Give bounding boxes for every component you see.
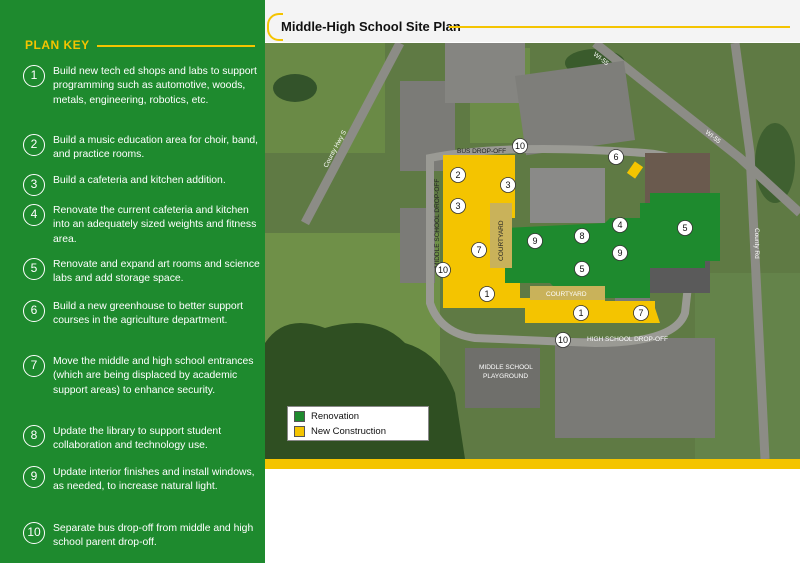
site-map: BUS DROP-OFF MIDDLE SCHOOL DROP-OFF HIGH… [265, 43, 800, 459]
marker: 10 [435, 262, 451, 278]
marker: 3 [450, 198, 466, 214]
ms-dropoff-label: MIDDLE SCHOOL DROP-OFF [434, 179, 441, 268]
item-number: 2 [23, 134, 45, 156]
marker: 5 [677, 220, 693, 236]
bus-dropoff-label: BUS DROP-OFF [457, 148, 506, 155]
parking-lot [514, 60, 636, 156]
playground-label: MIDDLE SCHOOL [479, 364, 533, 371]
item-number: 8 [23, 425, 45, 447]
svg-text:6: 6 [613, 152, 618, 162]
item-number: 4 [23, 204, 45, 226]
item-text: Update the library to support student co… [53, 426, 222, 452]
svg-text:8: 8 [579, 231, 584, 241]
item-text: Separate bus drop-off from middle and hi… [53, 523, 254, 549]
item-text: Renovate the current cafeteria and kitch… [53, 205, 257, 245]
item-number: 6 [23, 300, 45, 322]
svg-text:10: 10 [438, 265, 448, 275]
courtyard-label: COURTYARD [498, 220, 505, 261]
marker: 7 [633, 305, 649, 321]
item-number: 9 [23, 466, 45, 488]
legend-row-renovation: Renovation [294, 411, 359, 422]
item-text: Build a cafeteria and kitchen addition. [53, 175, 226, 186]
marker: 3 [500, 177, 516, 193]
new-construction-swatch [294, 426, 305, 437]
marker: 8 [574, 228, 590, 244]
plan-key-heading: PLAN KEY [25, 38, 90, 52]
svg-text:10: 10 [558, 335, 568, 345]
item-number: 10 [23, 522, 45, 544]
item-number: 1 [23, 65, 45, 87]
marker: 1 [573, 305, 589, 321]
marker: 9 [527, 233, 543, 249]
existing-building [530, 168, 605, 223]
map-title: Middle-High School Site Plan [281, 19, 461, 34]
item-text: Renovate and expand art rooms and scienc… [53, 259, 260, 285]
marker: 7 [471, 242, 487, 258]
svg-text:7: 7 [638, 308, 643, 318]
svg-text:5: 5 [579, 264, 584, 274]
svg-text:9: 9 [532, 236, 537, 246]
svg-text:1: 1 [484, 289, 489, 299]
marker: 10 [555, 332, 571, 348]
legend-label: New Construction [311, 426, 386, 437]
legend-label: Renovation [311, 411, 360, 422]
marker: 1 [479, 286, 495, 302]
tree-cluster [273, 74, 317, 102]
item-number: 7 [23, 355, 45, 377]
bottom-accent-strip [265, 459, 800, 469]
svg-text:7: 7 [476, 245, 481, 255]
item-text: Update interior finishes and install win… [53, 467, 255, 493]
courtyard-label: COURTYARD [546, 291, 587, 298]
marker: 9 [612, 245, 628, 261]
svg-text:9: 9 [617, 248, 622, 258]
marker: 6 [608, 149, 624, 165]
svg-text:10: 10 [515, 141, 525, 151]
item-number: 5 [23, 258, 45, 280]
marker: 5 [574, 261, 590, 277]
svg-text:2: 2 [455, 170, 460, 180]
hs-dropoff-label: HIGH SCHOOL DROP-OFF [587, 336, 668, 343]
playground-label: PLAYGROUND [483, 373, 528, 380]
marker: 2 [450, 167, 466, 183]
svg-text:3: 3 [505, 180, 510, 190]
parking-lot [445, 43, 525, 103]
item-text: Build a new greenhouse to better support… [53, 301, 244, 327]
svg-text:3: 3 [455, 201, 460, 211]
plan-key-panel: PLAN KEY 1 Build new tech ed shops and l… [0, 0, 265, 563]
map-legend: Renovation New Construction [287, 406, 429, 441]
item-text: Move the middle and high school entrance… [53, 356, 254, 396]
marker: 10 [512, 138, 528, 154]
item-text: Build a music education area for choir, … [53, 135, 259, 161]
parking-lot [555, 338, 715, 438]
svg-text:1: 1 [578, 308, 583, 318]
renovation-swatch [294, 411, 305, 422]
marker: 4 [612, 217, 628, 233]
item-text: Build new tech ed shops and labs to supp… [53, 66, 257, 106]
svg-text:5: 5 [682, 223, 687, 233]
heading-rule [97, 45, 255, 47]
item-number: 3 [23, 174, 45, 196]
title-rule [449, 26, 790, 28]
road-label: County Rd [753, 228, 760, 259]
legend-row-new-construction: New Construction [294, 426, 386, 437]
svg-text:4: 4 [617, 220, 622, 230]
